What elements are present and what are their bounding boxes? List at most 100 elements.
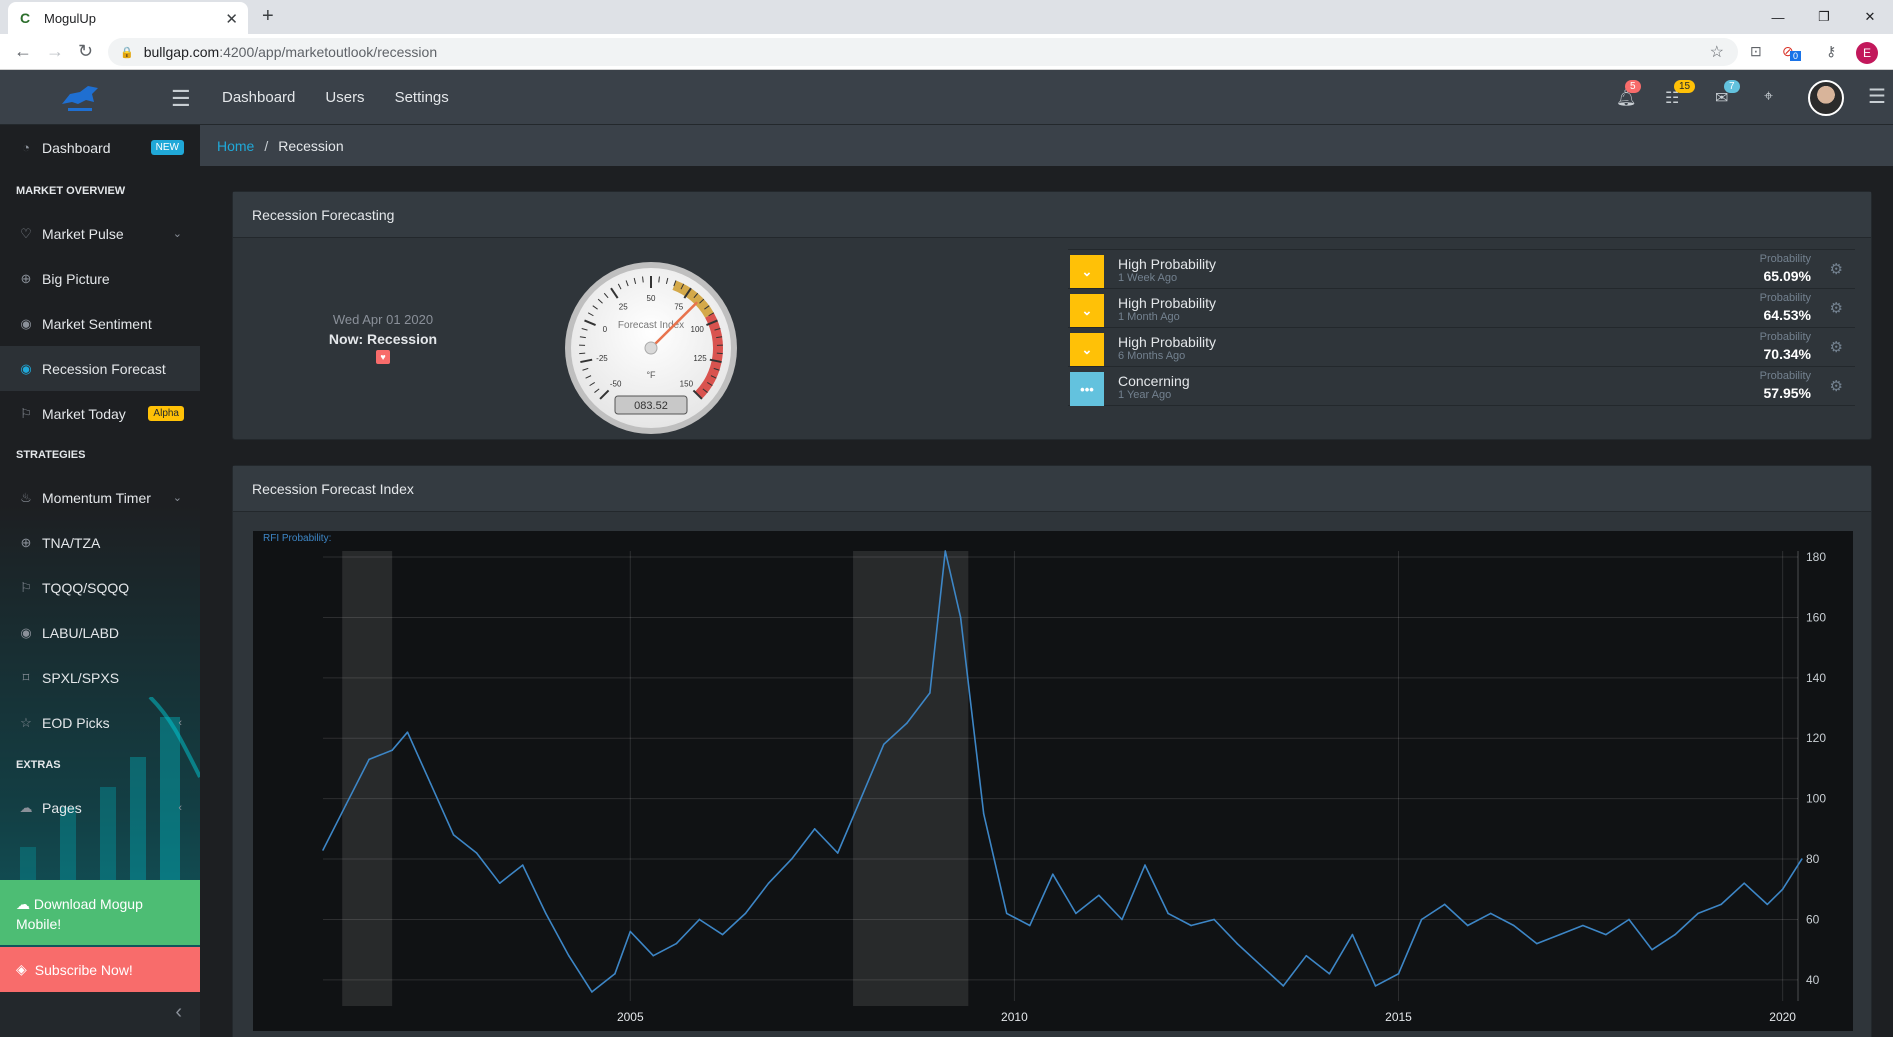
rfi-data-point — [929, 692, 931, 694]
sidebar-item-momentum-timer[interactable]: ♨ Momentum Timer ⌄ — [0, 475, 200, 520]
recession-band — [342, 551, 393, 1006]
app-header: ☰ Dashboard Users Settings 🔔︎ 5 ☷ 15 ✉ 7 ⌖ … — [0, 70, 1893, 125]
breadcrumb-home[interactable]: Home — [217, 138, 254, 154]
sidebar-item-spxl-spxs[interactable]: ⌑ SPXL/SPXS — [0, 655, 200, 700]
breadcrumb: Home / Recession — [200, 125, 1893, 166]
extension-icon[interactable]: ⊘ 0 — [1782, 43, 1802, 61]
probability-row[interactable]: ⌄ High Probability 6 Months Ago Probability… — [1068, 327, 1855, 367]
location-pin-icon[interactable]: ⌖ — [1764, 88, 1773, 106]
browser-profile-avatar[interactable]: E — [1856, 42, 1878, 64]
sidebar-item-labu-labd[interactable]: ◉ LABU/LABD — [0, 610, 200, 655]
probability-period: 1 Year Ago — [1118, 389, 1172, 401]
list-icon[interactable]: ☷ 15 — [1665, 80, 1696, 108]
gear-icon[interactable]: ⚙ — [1830, 260, 1843, 278]
rfi-data-point — [1098, 894, 1100, 897]
recession-forecast-index-card: Recession Forecast Index RFI Probability… — [232, 465, 1872, 1037]
rfi-data-point — [1766, 903, 1769, 906]
sidebar-item-tna-tza[interactable]: ⊕ TNA/TZA — [0, 520, 200, 565]
nav-dashboard[interactable]: Dashboard — [222, 89, 295, 106]
bell-icon[interactable]: 🔔︎ 5 — [1616, 80, 1641, 108]
section-title-market-overview: MARKET OVERVIEW — [16, 185, 126, 197]
probability-title: Concerning — [1118, 373, 1190, 389]
chevron-down-icon: ⌄ — [1070, 333, 1104, 367]
tab-title: MogulUp — [44, 10, 97, 26]
rfi-chart[interactable]: RFI Probability: 40 60 80 100 120 140 160 180 20… — [253, 531, 1853, 1031]
x-tick-label: 2005 — [617, 1010, 644, 1024]
forecast-index-gauge: -50-250255075100125150 Forecast Index °F… — [565, 262, 737, 434]
sidebar-toggle-icon[interactable]: ☰ — [171, 86, 191, 112]
bookmark-star-icon[interactable]: ☆ — [1710, 42, 1724, 62]
breadcrumb-separator: / — [264, 137, 269, 154]
forecast-date: Wed Apr 01 2020 — [332, 312, 434, 327]
list-badge: 15 — [1674, 80, 1696, 93]
gear-icon[interactable]: ⚙ — [1830, 338, 1843, 356]
sidebar-item-market-pulse[interactable]: ♡ Market Pulse ⌄ — [0, 211, 200, 256]
tab-close-icon[interactable]: ✕ — [225, 10, 238, 28]
sidebar-item-label: TQQQ/SQQQ — [42, 579, 130, 596]
more-dots-icon: ••• — [1070, 372, 1104, 406]
restore-icon[interactable]: ❐ — [1801, 0, 1847, 34]
sidebar-minimize-icon[interactable]: ‹ — [0, 992, 200, 1037]
lock-icon: 🔒 — [120, 46, 134, 59]
sidebar-item-market-today[interactable]: ⚐ Market Today Alpha — [0, 391, 200, 436]
sidebar-item-recession-forecast[interactable]: ◉ Recession Forecast — [0, 346, 200, 391]
aside-menu-icon[interactable]: ☰ — [1868, 84, 1886, 109]
bullgap-logo[interactable] — [58, 82, 102, 114]
probability-list: ⌄ High Probability 1 Week Ago Probability 65… — [1068, 249, 1855, 406]
sidebar-item-eod-picks[interactable]: ☆ EOD Picks ‹ — [0, 700, 200, 745]
gauge-tick — [642, 276, 644, 283]
forward-icon[interactable]: → — [46, 41, 64, 62]
probability-row[interactable]: ⌄ High Probability 1 Month Ago Probability 6… — [1068, 288, 1855, 328]
sidebar-item-market-sentiment[interactable]: ◉ Market Sentiment — [0, 301, 200, 346]
rfi-data-point — [498, 882, 501, 885]
reload-icon[interactable]: ↻ — [78, 41, 93, 62]
speedometer-icon: ◔ — [22, 140, 30, 155]
rfi-data-point — [744, 912, 747, 915]
user-avatar[interactable] — [1808, 80, 1844, 116]
rfi-data-point — [959, 616, 962, 619]
probability-label: Probability — [1759, 253, 1811, 265]
sidebar-item-dashboard[interactable]: ◔ Dashboard NEW — [0, 125, 200, 170]
nav-users[interactable]: Users — [325, 89, 364, 106]
download-mobile-button[interactable]: ☁ Download Mogup Mobile! — [0, 880, 200, 945]
rfi-data-point — [1121, 918, 1123, 921]
mail-icon[interactable]: ✉ 7 — [1715, 80, 1740, 108]
rfi-data-point — [521, 864, 524, 866]
rfi-data-point — [1259, 963, 1262, 966]
rfi-data-point — [544, 912, 547, 915]
address-bar[interactable]: 🔒 bullgap.com:4200/app/marketoutlook/rec… — [108, 38, 1738, 66]
sidebar-item-pages[interactable]: ☁ Pages ‹ — [0, 785, 200, 830]
gear-icon[interactable]: ⚙ — [1830, 377, 1843, 395]
rfi-data-point — [1674, 933, 1676, 936]
rfi-data-point — [1801, 858, 1803, 860]
gauge-unit: °F — [646, 370, 656, 380]
nav-settings[interactable]: Settings — [395, 89, 449, 106]
probability-row[interactable]: ⌄ High Probability 1 Week Ago Probability 65… — [1068, 249, 1855, 289]
card-title: Recession Forecasting — [233, 192, 1871, 238]
browser-toolbar: ← → ↻ 🔒 bullgap.com:4200/app/marketoutlo… — [0, 34, 1893, 70]
probability-row[interactable]: ••• Concerning 1 Year Ago Probability 57.95%… — [1068, 366, 1855, 406]
main-content: Home / Recession Recession Forecasting W… — [200, 125, 1893, 1037]
y-tick-label: 160 — [1806, 610, 1826, 624]
subscribe-button[interactable]: ◈ Subscribe Now! — [0, 947, 200, 992]
probability-label: Probability — [1759, 292, 1811, 304]
key-icon[interactable]: ⚷ — [1826, 43, 1836, 60]
back-icon[interactable]: ← — [14, 41, 32, 62]
rfi-chart-svg[interactable]: 40 60 80 100 120 140 160 180 2005 2010 2015 2020 — [253, 531, 1853, 1031]
rfi-data-point — [1582, 924, 1584, 927]
probability-title: High Probability — [1118, 295, 1217, 311]
rfi-data-point — [859, 797, 862, 800]
sidebar-item-tqqq-sqqq[interactable]: ⚐ TQQQ/SQQQ — [0, 565, 200, 610]
new-tab-icon[interactable]: + — [262, 5, 274, 28]
gauge-tick — [658, 276, 660, 283]
eye-icon: ◉ — [20, 315, 32, 331]
sidebar-item-big-picture[interactable]: ⊕ Big Picture — [0, 256, 200, 301]
gear-icon[interactable]: ⚙ — [1830, 299, 1843, 317]
rfi-data-point — [944, 550, 947, 552]
rfi-data-point — [982, 812, 985, 815]
close-window-icon[interactable]: ✕ — [1847, 0, 1893, 34]
browser-tab[interactable]: C MogulUp ✕ — [8, 2, 248, 34]
translate-extension-icon[interactable]: ⊡ — [1750, 43, 1762, 60]
minimize-icon[interactable]: — — [1755, 0, 1801, 34]
sidebar-item-label: Market Sentiment — [42, 315, 152, 332]
